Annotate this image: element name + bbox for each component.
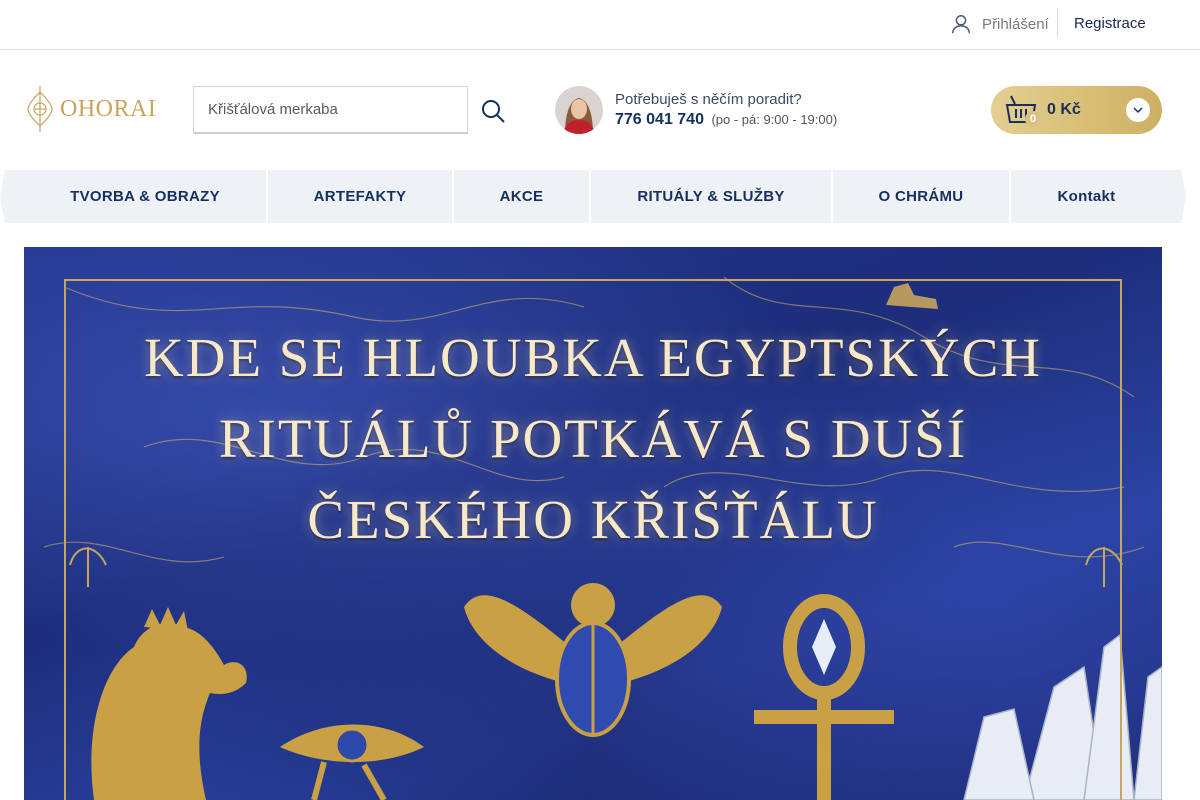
nav-item-akce[interactable]: AKCE (454, 170, 591, 223)
search-icon (482, 100, 505, 123)
cart-count-badge: 0 (1025, 111, 1041, 127)
nav-item-artefakty[interactable]: ARTEFAKTY (268, 170, 454, 223)
chevron-down-icon (1133, 107, 1143, 114)
cart-button[interactable]: 0 0 Kč (991, 86, 1162, 134)
advisor-question: Potřebuješ s něčím poradit? (615, 91, 802, 108)
nav-scroll-left[interactable] (0, 170, 24, 223)
nav-item-tvorba-obrazy[interactable]: TVORBA & OBRAZY (24, 170, 268, 223)
cart-dropdown-toggle[interactable] (1126, 98, 1150, 122)
cart-total: 0 Kč (1047, 101, 1081, 118)
search-input[interactable] (194, 87, 467, 132)
register-link[interactable]: Registrace (1074, 15, 1146, 32)
advisor-hours: (po - pá: 9:00 - 19:00) (711, 112, 838, 127)
login-label: Přihlášení (982, 15, 1049, 33)
hero-title-line-2: RITUÁLŮ POTKÁVÁ S DUŠÍ (218, 408, 968, 469)
main-navigation: TVORBA & OBRAZY ARTEFAKTY AKCE RITUÁLY &… (0, 170, 1200, 223)
login-link[interactable]: Přihlášení (950, 11, 1049, 37)
site-logo[interactable]: OHORAI (24, 84, 156, 134)
nav-item-o-chramu[interactable]: O CHRÁMU (833, 170, 1011, 223)
hero-banner[interactable]: KDE SE HLOUBKA EGYPTSKÝCH RITUÁLŮ POTKÁV… (24, 247, 1162, 800)
advisor-avatar (555, 86, 603, 134)
nav-item-kontakt[interactable]: Kontakt (1011, 170, 1162, 223)
top-divider (1057, 8, 1058, 37)
lotus-logo-icon (27, 86, 53, 132)
advisor-phone[interactable]: 776 041 740 (615, 111, 704, 128)
hero-title-line-1: KDE SE HLOUBKA EGYPTSKÝCH (144, 327, 1042, 388)
nav-item-ritualy-sluzby[interactable]: RITUÁLY & SLUŽBY (591, 170, 833, 223)
hero-title-line-3: ČESKÉHO KŘIŠŤÁLU (307, 489, 879, 550)
search-button[interactable] (478, 96, 508, 126)
top-bar: Přihlášení Registrace (0, 0, 1200, 50)
logo-text: OHORAI (60, 95, 157, 122)
user-icon (952, 15, 970, 34)
search-box (193, 86, 468, 134)
hero-title: KDE SE HLOUBKA EGYPTSKÝCH RITUÁLŮ POTKÁV… (24, 317, 1162, 560)
nav-scroll-right[interactable] (1162, 170, 1186, 223)
advisor-contact: Potřebuješ s něčím poradit? 776 041 740 … (555, 86, 837, 134)
